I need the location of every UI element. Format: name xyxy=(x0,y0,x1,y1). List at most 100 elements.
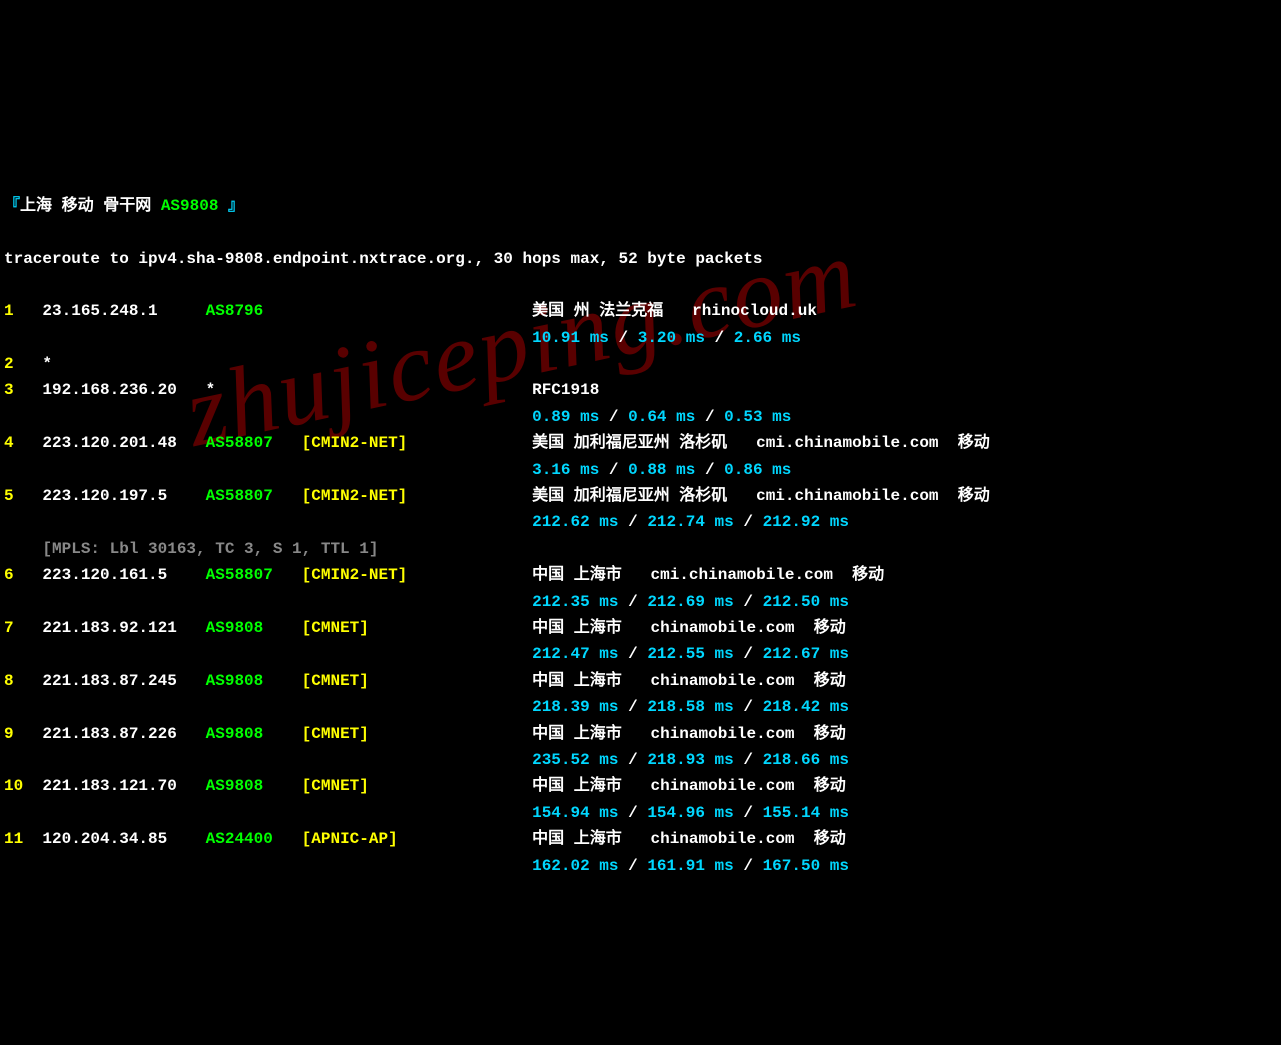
hop-ip: 192.168.236.20 xyxy=(42,381,205,399)
latency-separator: / xyxy=(619,645,648,663)
hop-row: 3 192.168.236.20 * RFC1918 xyxy=(0,377,1281,403)
hop-number: 1 xyxy=(4,302,42,320)
latency-value: 212.74 ms xyxy=(647,513,733,531)
hop-number: 7 xyxy=(4,619,42,637)
hop-asn: AS9808 xyxy=(206,725,302,743)
latency-value: 3.16 ms xyxy=(532,461,599,479)
latency-separator: / xyxy=(619,751,648,769)
latency-value: 0.88 ms xyxy=(628,461,695,479)
hop-row: 1 23.165.248.1 AS8796 美国 州 法兰克福 rhinoclo… xyxy=(0,298,1281,324)
hop-number: 3 xyxy=(4,381,42,399)
header-title: 上海 移动 骨干网 xyxy=(20,197,161,215)
hop-number: 11 xyxy=(4,830,42,848)
latency-separator: / xyxy=(695,408,724,426)
hop-location: 美国 加利福尼亚州 洛杉矶 cmi.chinamobile.com 移动 xyxy=(532,434,990,452)
latency-value: 212.92 ms xyxy=(763,513,849,531)
hop-latency-row: 10.91 ms / 3.20 ms / 2.66 ms xyxy=(0,325,1281,351)
latency-value: 218.58 ms xyxy=(647,698,733,716)
latency-separator: / xyxy=(734,593,763,611)
latency-value: 218.42 ms xyxy=(763,698,849,716)
hop-number: 2 xyxy=(4,355,42,373)
hop-location: 中国 上海市 chinamobile.com 移动 xyxy=(532,725,846,743)
hop-latency-row: 162.02 ms / 161.91 ms / 167.50 ms xyxy=(0,853,1281,879)
latency-value: 212.55 ms xyxy=(647,645,733,663)
hop-latency-row: 0.89 ms / 0.64 ms / 0.53 ms xyxy=(0,404,1281,430)
terminal-output: 『上海 移动 骨干网 AS9808 』 traceroute to ipv4.s… xyxy=(0,166,1281,905)
latency-value: 212.69 ms xyxy=(647,593,733,611)
hop-ip: 23.165.248.1 xyxy=(42,302,205,320)
hop-row: 4 223.120.201.48 AS58807 [CMIN2-NET] 美国 … xyxy=(0,430,1281,456)
hop-asn: * xyxy=(206,381,302,399)
hop-location: 中国 上海市 chinamobile.com 移动 xyxy=(532,830,846,848)
latency-separator: / xyxy=(619,513,648,531)
hop-ip: 120.204.34.85 xyxy=(42,830,205,848)
hop-number: 9 xyxy=(4,725,42,743)
hop-asn: AS9808 xyxy=(206,672,302,690)
latency-value: 161.91 ms xyxy=(647,857,733,875)
hop-row: 2 * xyxy=(0,351,1281,377)
hop-network: [CMNET] xyxy=(302,619,532,637)
latency-separator: / xyxy=(734,513,763,531)
latency-separator: / xyxy=(695,461,724,479)
hop-row: 9 221.183.87.226 AS9808 [CMNET] 中国 上海市 c… xyxy=(0,721,1281,747)
hop-location: 中国 上海市 chinamobile.com 移动 xyxy=(532,619,846,637)
hop-ip: * xyxy=(42,355,205,373)
hop-row: 11 120.204.34.85 AS24400 [APNIC-AP] 中国 上… xyxy=(0,826,1281,852)
hop-network: [APNIC-AP] xyxy=(302,830,532,848)
hop-location: 中国 上海市 chinamobile.com 移动 xyxy=(532,777,846,795)
latency-separator: / xyxy=(734,804,763,822)
hop-row: 6 223.120.161.5 AS58807 [CMIN2-NET] 中国 上… xyxy=(0,562,1281,588)
latency-value: 10.91 ms xyxy=(532,329,609,347)
latency-separator: / xyxy=(734,857,763,875)
hop-number: 10 xyxy=(4,777,42,795)
latency-value: 235.52 ms xyxy=(532,751,618,769)
latency-value: 218.66 ms xyxy=(763,751,849,769)
hop-network: [CMNET] xyxy=(302,725,532,743)
hop-location: 美国 加利福尼亚州 洛杉矶 cmi.chinamobile.com 移动 xyxy=(532,487,990,505)
hop-latency-row: 3.16 ms / 0.88 ms / 0.86 ms xyxy=(0,457,1281,483)
hop-asn: AS24400 xyxy=(206,830,302,848)
latency-value: 0.86 ms xyxy=(724,461,791,479)
hop-mpls-row: [MPLS: Lbl 30163, TC 3, S 1, TTL 1] xyxy=(0,536,1281,562)
hop-ip: 221.183.121.70 xyxy=(42,777,205,795)
latency-value: 218.93 ms xyxy=(647,751,733,769)
hop-latency-row: 235.52 ms / 218.93 ms / 218.66 ms xyxy=(0,747,1281,773)
traceroute-command: traceroute to ipv4.sha-9808.endpoint.nxt… xyxy=(0,246,1281,272)
latency-separator: / xyxy=(734,645,763,663)
hop-location: 中国 上海市 cmi.chinamobile.com 移动 xyxy=(532,566,884,584)
latency-value: 212.62 ms xyxy=(532,513,618,531)
latency-separator: / xyxy=(619,698,648,716)
latency-value: 155.14 ms xyxy=(763,804,849,822)
hop-asn: AS9808 xyxy=(206,619,302,637)
hop-latency-row: 212.35 ms / 212.69 ms / 212.50 ms xyxy=(0,589,1281,615)
hop-network: [CMIN2-NET] xyxy=(302,434,532,452)
hop-asn: AS58807 xyxy=(206,566,302,584)
hop-number: 5 xyxy=(4,487,42,505)
latency-value: 212.35 ms xyxy=(532,593,618,611)
hop-latency-row: 212.47 ms / 212.55 ms / 212.67 ms xyxy=(0,641,1281,667)
hop-row: 7 221.183.92.121 AS9808 [CMNET] 中国 上海市 c… xyxy=(0,615,1281,641)
latency-value: 154.96 ms xyxy=(647,804,733,822)
latency-separator: / xyxy=(619,804,648,822)
latency-value: 2.66 ms xyxy=(734,329,801,347)
latency-value: 212.67 ms xyxy=(763,645,849,663)
hop-latency-row: 212.62 ms / 212.74 ms / 212.92 ms xyxy=(0,509,1281,535)
latency-separator: / xyxy=(619,593,648,611)
latency-separator: / xyxy=(619,857,648,875)
hop-network: [CMIN2-NET] xyxy=(302,566,532,584)
header-suffix: 』 xyxy=(218,197,244,215)
latency-value: 167.50 ms xyxy=(763,857,849,875)
hop-asn: AS8796 xyxy=(206,302,302,320)
latency-value: 218.39 ms xyxy=(532,698,618,716)
latency-value: 3.20 ms xyxy=(638,329,705,347)
latency-value: 212.47 ms xyxy=(532,645,618,663)
hop-latency-row: 154.94 ms / 154.96 ms / 155.14 ms xyxy=(0,800,1281,826)
hop-ip: 223.120.161.5 xyxy=(42,566,205,584)
latency-separator: / xyxy=(734,751,763,769)
hop-ip: 223.120.197.5 xyxy=(42,487,205,505)
hop-number: 6 xyxy=(4,566,42,584)
latency-separator: / xyxy=(734,698,763,716)
latency-value: 212.50 ms xyxy=(763,593,849,611)
hop-network: [CMNET] xyxy=(302,672,532,690)
header-asn: AS9808 xyxy=(161,197,219,215)
